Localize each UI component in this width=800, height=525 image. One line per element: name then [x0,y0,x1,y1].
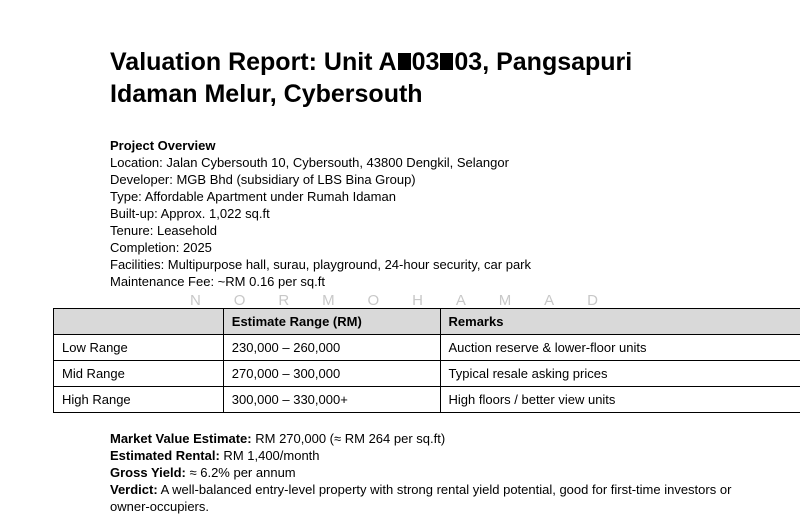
table-row: Mid Range 270,000 – 300,000 Typical resa… [53,360,800,387]
table-cell: 270,000 – 300,000 [222,360,441,387]
title-line-1: Valuation Report: Unit A 03 03, Pangsapuri [110,48,633,76]
table-header-cell [53,308,224,335]
overview-developer: Developer: MGB Bhd (subsidiary of LBS Bi… [110,172,416,187]
valuation-summary: Market Value Estimate: RM 270,000 (≈ RM … [110,430,750,515]
redaction-block [397,53,411,70]
title-line-2: Idaman Melur, Cybersouth [110,80,423,108]
yield-line: Gross Yield: ≈ 6.2% per annum [110,465,296,480]
table-cell: High Range [53,386,224,413]
table-header-row: Estimate Range (RM) Remarks [53,308,800,335]
overview-heading: Project Overview [110,138,216,153]
report-title: Valuation Report: Unit A 03 03, Pangsapuri… [110,46,750,110]
watermark: N O R M O H A M A D [190,292,610,309]
overview-type: Type: Affordable Apartment under Rumah I… [110,189,396,204]
project-overview: Project Overview Location: Jalan Cyberso… [110,137,770,290]
table-cell: Typical resale asking prices [439,360,800,387]
verdict-line: Verdict: A well-balanced entry-level pro… [110,482,732,514]
overview-location: Location: Jalan Cybersouth 10, Cybersout… [110,155,509,170]
overview-tenure: Tenure: Leasehold [110,223,217,238]
estimate-table: Estimate Range (RM) Remarks Low Range 23… [53,308,800,413]
table-cell: High floors / better view units [439,386,800,413]
table-row: Low Range 230,000 – 260,000 Auction rese… [53,334,800,361]
table-cell: 230,000 – 260,000 [222,334,441,361]
overview-facilities: Facilities: Multipurpose hall, surau, pl… [110,257,532,272]
table-row: High Range 300,000 – 330,000+ High floor… [53,386,800,413]
rental-line: Estimated Rental: RM 1,400/month [110,448,320,463]
table-cell: 300,000 – 330,000+ [222,386,441,413]
redaction-block [440,53,454,70]
overview-built-up: Built-up: Approx. 1,022 sq.ft [110,206,270,221]
overview-completion: Completion: 2025 [110,240,212,255]
table-cell: Auction reserve & lower-floor units [439,334,800,361]
table-header-cell: Remarks [439,308,800,335]
overview-maintenance-fee: Maintenance Fee: ~RM 0.16 per sq.ft [110,274,325,289]
table-header-cell: Estimate Range (RM) [222,308,441,335]
table-cell: Low Range [53,334,224,361]
table-cell: Mid Range [53,360,224,387]
market-value-line: Market Value Estimate: RM 270,000 (≈ RM … [110,431,446,446]
